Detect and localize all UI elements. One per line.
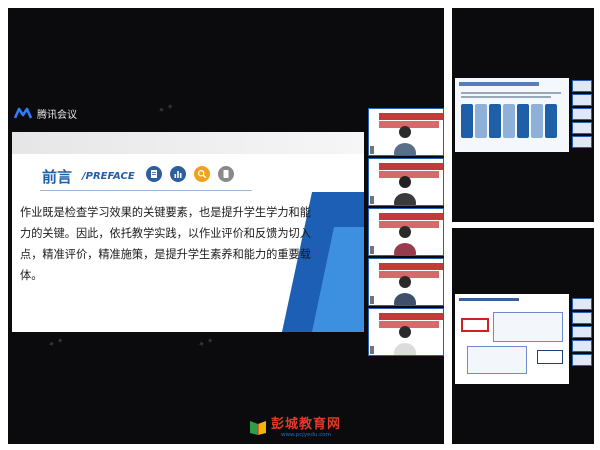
participant-video[interactable]: [572, 80, 592, 92]
shared-slide-thumbnail: [455, 78, 569, 152]
stat-blocks: [461, 104, 557, 138]
participant-avatar: [394, 226, 416, 255]
slide-divider: [40, 190, 252, 191]
bar-chart-icon: [170, 166, 186, 182]
screenshot-collage: 腾讯会议 ✦ ✦ ✦ ✦ ✦ ✦ 前言 /PREFACE 作业既是检查学习效果的…: [0, 0, 600, 450]
secondary-meeting-window-bottom: [452, 228, 594, 444]
highlight-tag: [461, 318, 489, 332]
participant-name-label: [370, 296, 374, 304]
participant-name-label: [370, 346, 374, 354]
participant-video[interactable]: [368, 158, 444, 206]
participant-video[interactable]: [368, 258, 444, 306]
slide-title: 前言: [42, 168, 73, 186]
participant-video[interactable]: [572, 136, 592, 148]
text-box: [493, 312, 563, 342]
highlight-tag: [537, 350, 563, 364]
participant-avatar: [394, 176, 416, 205]
book-icon: [250, 421, 266, 435]
watermark: ✦ ✦: [196, 335, 216, 350]
participant-list: [368, 108, 444, 356]
text-box: [467, 346, 527, 374]
app-name: 腾讯会议: [37, 109, 77, 121]
search-icon: [194, 166, 210, 182]
participant-list: [572, 298, 592, 366]
participant-video[interactable]: [368, 208, 444, 256]
site-url: www.pcjyedu.com: [281, 432, 331, 438]
participant-video[interactable]: [572, 108, 592, 120]
shared-slide-thumbnail: [455, 294, 569, 384]
slide-subtitle: /PREFACE: [82, 171, 135, 182]
participant-video[interactable]: [572, 94, 592, 106]
notebook-icon: [218, 166, 234, 182]
watermark: ✦ ✦: [46, 335, 66, 350]
participant-list: [572, 80, 592, 148]
participant-avatar: [394, 326, 416, 355]
participant-video[interactable]: [572, 298, 592, 310]
participant-video[interactable]: [572, 354, 592, 366]
slide-icon-row: [146, 166, 234, 182]
participant-video[interactable]: [368, 308, 444, 356]
participant-name-label: [370, 196, 374, 204]
participant-name-label: [370, 246, 374, 254]
participant-avatar: [394, 126, 416, 155]
tencent-meeting-logo-icon: [14, 107, 32, 119]
site-name: 彭城教育网: [271, 417, 342, 432]
shared-slide: 前言 /PREFACE 作业既是检查学习效果的关键要素，也是提升学生学力和能力的…: [12, 132, 364, 332]
main-meeting-window: 腾讯会议 ✦ ✦ ✦ ✦ ✦ ✦ 前言 /PREFACE 作业既是检查学习效果的…: [8, 8, 444, 444]
participant-video[interactable]: [572, 122, 592, 134]
participant-name-label: [370, 146, 374, 154]
secondary-meeting-window-top: [452, 8, 594, 222]
participant-video[interactable]: [572, 340, 592, 352]
site-logo: 彭城教育网 www.pcjyedu.com: [248, 418, 341, 438]
participant-video[interactable]: [572, 312, 592, 324]
participant-video[interactable]: [368, 108, 444, 156]
document-icon: [146, 166, 162, 182]
participant-video[interactable]: [572, 326, 592, 338]
slide-body-text: 作业既是检查学习效果的关键要素，也是提升学生学力和能力的关键。因此，依托教学实践…: [20, 206, 311, 282]
participant-avatar: [394, 276, 416, 305]
